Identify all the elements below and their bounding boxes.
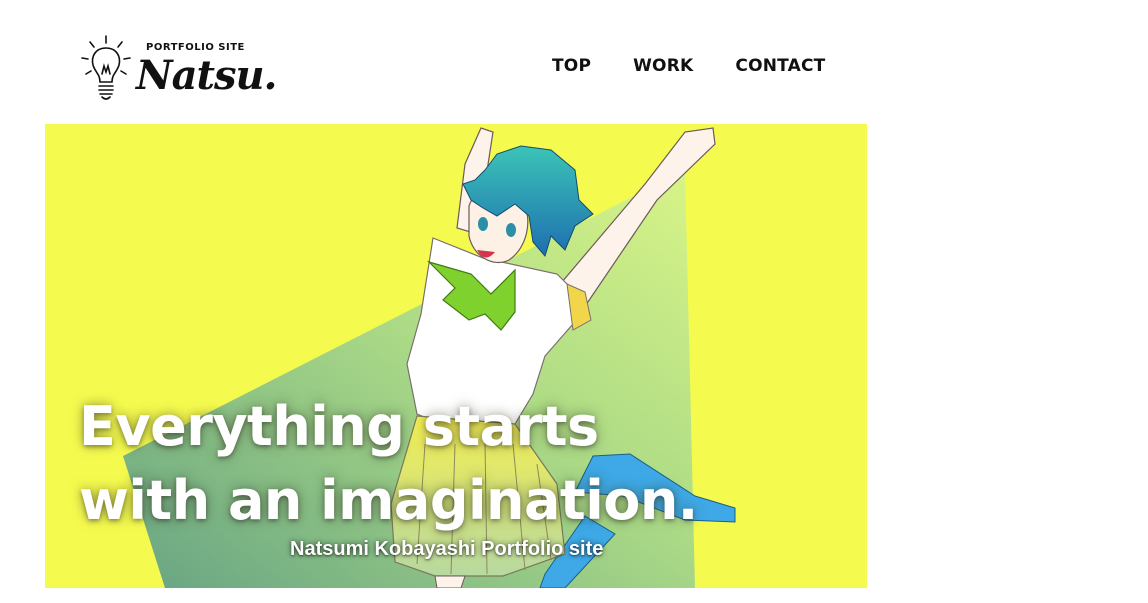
site-header: PORTFOLIO SITE Natsu. TOP WORK CONTACT bbox=[0, 0, 1148, 120]
main-nav: TOP WORK CONTACT bbox=[552, 56, 825, 76]
hero-title: Everything starts with an imagination. bbox=[79, 390, 698, 538]
nav-item-work[interactable]: WORK bbox=[633, 56, 693, 76]
nav-item-contact[interactable]: CONTACT bbox=[735, 56, 825, 76]
hero-title-line2: with an imagination. bbox=[79, 469, 698, 532]
hero-subtitle: Natsumi Kobayashi Portfolio site bbox=[290, 538, 604, 560]
nav-item-top[interactable]: TOP bbox=[552, 56, 591, 76]
logo-name: Natsu. bbox=[136, 52, 277, 99]
hero-banner: Everything starts with an imagination. Na… bbox=[45, 124, 867, 588]
hero-title-line1: Everything starts bbox=[79, 395, 599, 458]
lightbulb-icon bbox=[81, 35, 131, 100]
site-logo[interactable]: PORTFOLIO SITE Natsu. bbox=[80, 32, 277, 104]
